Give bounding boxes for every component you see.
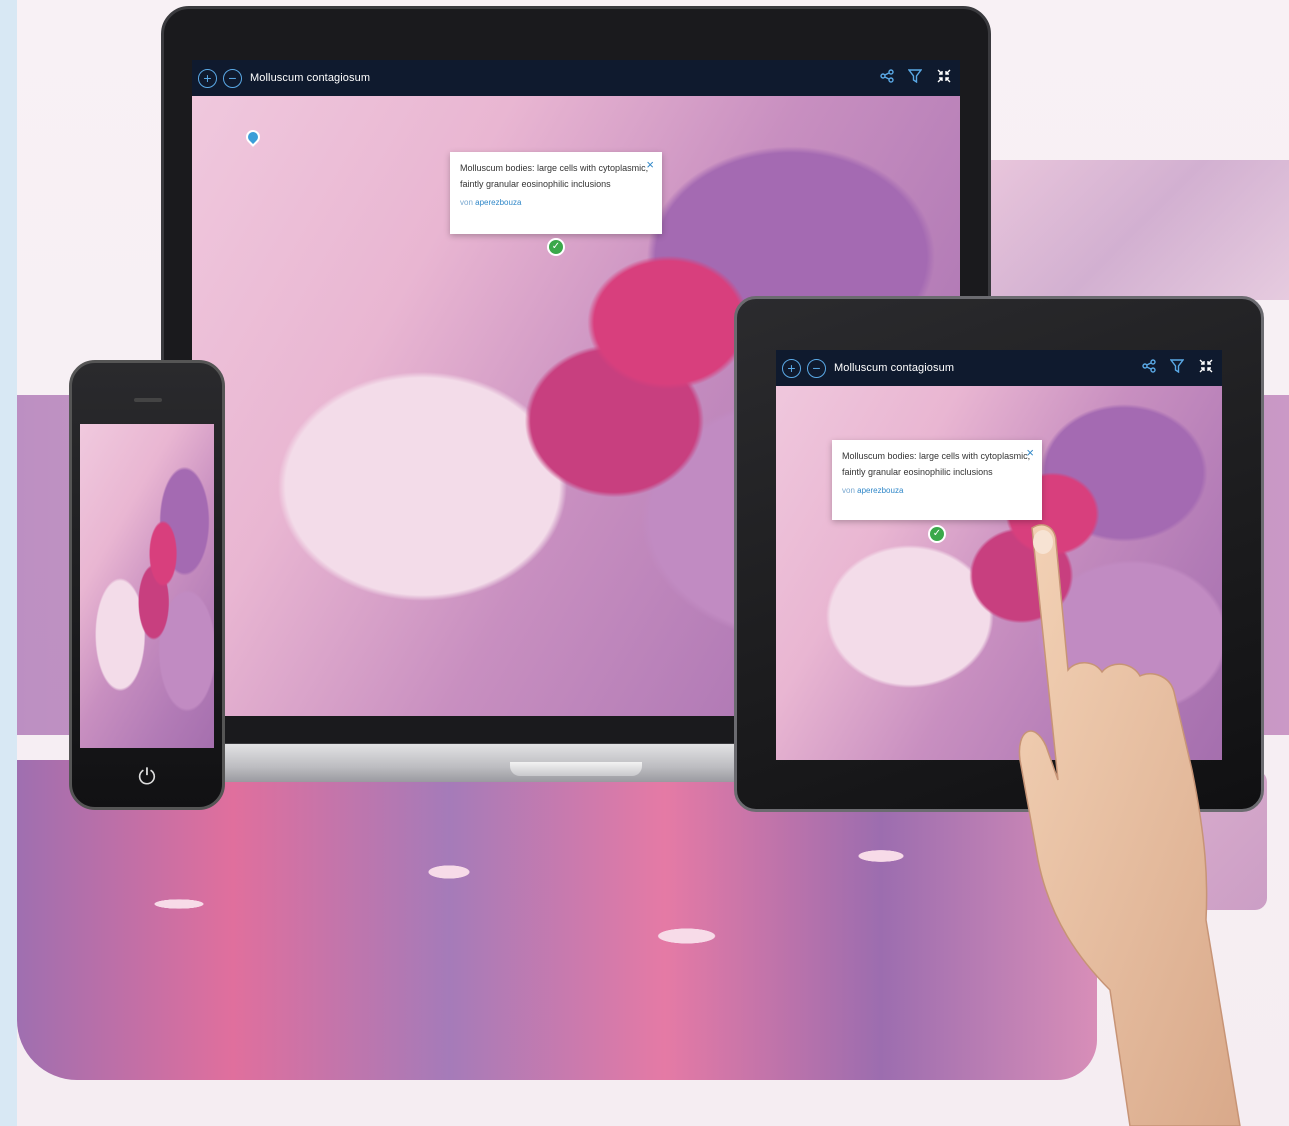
author-link[interactable]: aperezbouza [857,486,903,495]
zoom-out-icon[interactable]: − [223,68,242,88]
check-icon[interactable]: ✓ [547,238,565,256]
zoom-in-icon[interactable]: + [198,68,217,88]
zoom-out-icon[interactable]: − [807,358,826,378]
slide-title: Molluscum contagiosum [834,362,955,374]
tissue-section-upper [980,160,1289,300]
power-icon[interactable]: ⏻ [132,762,162,792]
filter-icon[interactable] [907,69,923,87]
author-prefix: von [842,486,855,495]
author-prefix: von [460,198,473,207]
annotation-text-line2: faintly granular eosinophilic inclusions [460,179,611,189]
phone-slide-viewer[interactable] [80,424,214,748]
filter-icon[interactable] [1169,359,1185,377]
annotation-popup: Molluscum bodies: large cells with cytop… [450,152,662,234]
annotation-text-line1: Molluscum bodies: large cells with cytop… [842,451,1031,461]
phone-speaker [134,398,162,402]
annotation-author: von aperezbouza [460,198,652,207]
check-icon[interactable]: ✓ [928,525,946,543]
location-pin-icon[interactable] [243,127,263,147]
share-icon[interactable] [1142,359,1156,377]
laptop-notch [510,762,642,776]
tablet-slide-viewer[interactable]: + − Molluscum contagiosum Molluscum bodi… [776,350,1222,760]
author-link[interactable]: aperezbouza [475,198,521,207]
collapse-icon[interactable] [1198,358,1214,378]
close-icon[interactable]: × [1026,445,1034,460]
slide-title: Molluscum contagiosum [250,72,371,84]
annotation-text-line1: Molluscum bodies: large cells with cytop… [460,163,649,173]
zoom-in-icon[interactable]: + [782,358,801,378]
share-icon[interactable] [880,69,894,87]
annotation-author: von aperezbouza [842,486,1032,495]
close-icon[interactable]: × [646,157,654,172]
annotation-popup: Molluscum bodies: large cells with cytop… [832,440,1042,520]
annotation-text-line2: faintly granular eosinophilic inclusions [842,467,993,477]
laptop-toolbar: + − Molluscum contagiosum [192,60,960,96]
collapse-icon[interactable] [936,68,952,88]
left-edge-stripe [0,0,17,1126]
tablet-toolbar: + − Molluscum contagiosum [776,350,1222,386]
